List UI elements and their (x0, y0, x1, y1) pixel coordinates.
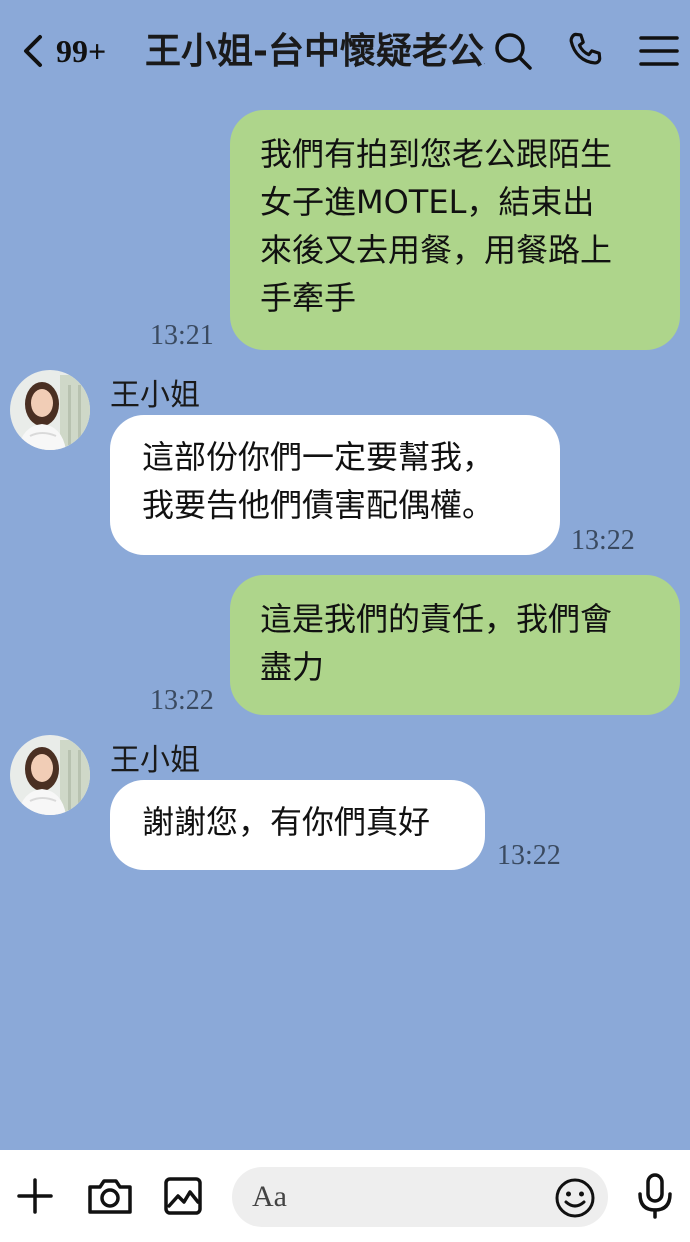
voice-button[interactable] (633, 1173, 677, 1219)
emoji-icon (555, 1178, 595, 1218)
chat-header: 99+ 王小姐-台中懷疑老公外遇 (0, 0, 690, 100)
emoji-button[interactable] (553, 1176, 597, 1220)
microphone-icon (638, 1173, 672, 1219)
chevron-left-icon (24, 35, 42, 67)
message-line: 我們有拍到您老公跟陌生 (260, 135, 613, 173)
message-bubble-incoming[interactable]: 這部份你們一定要幫我， 我要告他們債害配偶權。 (110, 415, 560, 555)
message-line: 女子進MOTEL，結束出 (260, 183, 595, 221)
sender-name: 王小姐 (110, 378, 200, 413)
message-line: 這部份你們一定要幫我， (142, 438, 495, 476)
message-timestamp: 13:22 (150, 685, 214, 716)
sender-name: 王小姐 (110, 743, 200, 778)
message-line: 來後又去用餐，用餐路上 (260, 231, 613, 269)
avatar[interactable] (10, 370, 90, 450)
message-line: 盡力 (260, 648, 325, 686)
message-input[interactable] (232, 1167, 608, 1227)
menu-button[interactable] (638, 30, 680, 72)
message-bubble-incoming[interactable]: 謝謝您，有你們真好 (110, 780, 485, 870)
add-button[interactable] (13, 1174, 57, 1218)
image-button[interactable] (161, 1174, 205, 1218)
chat-title: 王小姐-台中懷疑老公外遇 (145, 31, 485, 72)
call-button[interactable] (564, 30, 606, 72)
message-bubble-outgoing[interactable]: 這是我們的責任，我們會 盡力 (230, 575, 680, 715)
avatar[interactable] (10, 735, 90, 815)
camera-icon (88, 1179, 132, 1214)
image-icon (164, 1177, 202, 1215)
message-composer (0, 1150, 690, 1242)
plus-icon (17, 1178, 53, 1214)
phone-icon (569, 32, 602, 65)
message-timestamp: 13:22 (497, 840, 561, 871)
avatar-image (10, 370, 90, 450)
camera-button[interactable] (86, 1174, 134, 1218)
search-button[interactable] (492, 30, 534, 72)
message-line: 手牽手 (260, 279, 357, 317)
avatar-image (10, 735, 90, 815)
message-timestamp: 13:21 (150, 320, 214, 351)
menu-icon (639, 36, 679, 66)
search-icon (495, 33, 532, 70)
unread-count: 99+ (56, 32, 107, 69)
message-timestamp: 13:22 (571, 525, 635, 556)
message-line: 謝謝您，有你們真好 (142, 803, 431, 841)
message-line: 我要告他們債害配偶權。 (142, 486, 495, 524)
message-line: 這是我們的責任，我們會 (260, 600, 613, 638)
message-bubble-outgoing[interactable]: 我們有拍到您老公跟陌生 女子進MOTEL，結束出 來後又去用餐，用餐路上 手牽手 (230, 110, 680, 350)
back-button[interactable]: 99+ (22, 30, 132, 72)
